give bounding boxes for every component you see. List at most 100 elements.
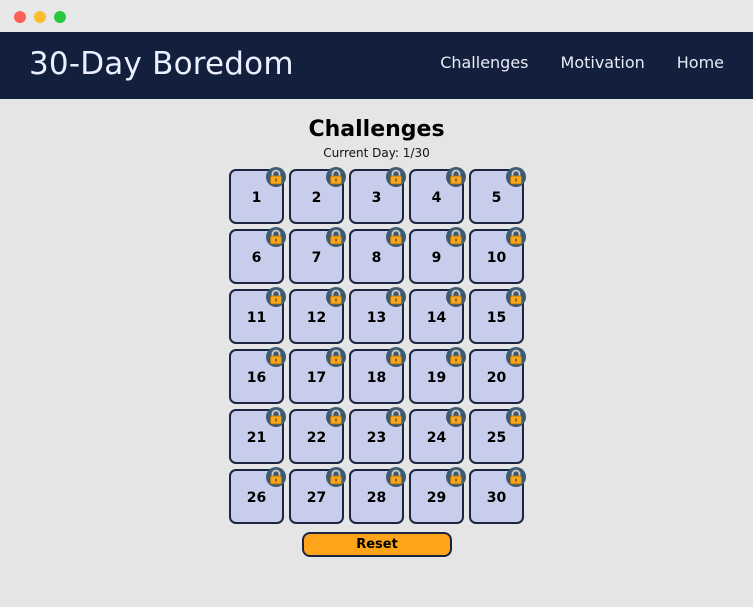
site-brand[interactable]: 30-Day Boredom — [29, 46, 294, 82]
day-tile-10[interactable]: 10 — [469, 227, 526, 284]
day-tile-23[interactable]: 23 — [349, 407, 406, 464]
day-number: 19 — [426, 369, 447, 386]
day-number: 6 — [251, 249, 262, 266]
lock-icon — [326, 227, 346, 247]
day-tile-9[interactable]: 9 — [409, 227, 466, 284]
challenge-grid: 1 2 3 4 5 6 7 8 9 10 11 12 13 14 15 16 1… — [229, 167, 526, 524]
minimize-window-button[interactable] — [34, 11, 46, 23]
nav-link-motivation[interactable]: Motivation — [561, 53, 645, 72]
day-tile-22[interactable]: 22 — [289, 407, 346, 464]
day-number: 30 — [486, 489, 507, 506]
nav-link-challenges[interactable]: Challenges — [440, 53, 528, 72]
day-number: 14 — [426, 309, 447, 326]
reset-button[interactable]: Reset — [302, 532, 452, 557]
lock-icon — [506, 167, 526, 187]
day-number: 8 — [371, 249, 382, 266]
day-tile-19[interactable]: 19 — [409, 347, 466, 404]
day-tile-5[interactable]: 5 — [469, 167, 526, 224]
day-tile-29[interactable]: 29 — [409, 467, 466, 524]
lock-icon — [446, 347, 466, 367]
lock-icon — [506, 227, 526, 247]
day-tile-30[interactable]: 30 — [469, 467, 526, 524]
maximize-window-button[interactable] — [54, 11, 66, 23]
day-number: 1 — [251, 189, 262, 206]
day-number: 24 — [426, 429, 447, 446]
day-number: 13 — [366, 309, 387, 326]
lock-icon — [386, 227, 406, 247]
lock-icon — [326, 287, 346, 307]
day-tile-8[interactable]: 8 — [349, 227, 406, 284]
day-number: 4 — [431, 189, 442, 206]
day-tile-11[interactable]: 11 — [229, 287, 286, 344]
day-number: 9 — [431, 249, 442, 266]
day-tile-16[interactable]: 16 — [229, 347, 286, 404]
day-number: 29 — [426, 489, 447, 506]
nav-link-home[interactable]: Home — [677, 53, 724, 72]
lock-icon — [386, 287, 406, 307]
lock-icon — [446, 407, 466, 427]
day-tile-12[interactable]: 12 — [289, 287, 346, 344]
page-title: Challenges — [308, 117, 445, 142]
lock-icon — [506, 287, 526, 307]
day-tile-28[interactable]: 28 — [349, 467, 406, 524]
day-tile-7[interactable]: 7 — [289, 227, 346, 284]
day-tile-4[interactable]: 4 — [409, 167, 466, 224]
top-nav: Challenges Motivation Home — [440, 53, 724, 72]
day-number: 20 — [486, 369, 507, 386]
day-number: 22 — [306, 429, 327, 446]
lock-icon — [326, 467, 346, 487]
day-tile-13[interactable]: 13 — [349, 287, 406, 344]
day-tile-15[interactable]: 15 — [469, 287, 526, 344]
day-tile-1[interactable]: 1 — [229, 167, 286, 224]
day-tile-25[interactable]: 25 — [469, 407, 526, 464]
day-tile-21[interactable]: 21 — [229, 407, 286, 464]
lock-icon — [506, 347, 526, 367]
day-number: 18 — [366, 369, 387, 386]
lock-icon — [326, 347, 346, 367]
site-header: 30-Day Boredom Challenges Motivation Hom… — [0, 32, 753, 99]
day-tile-3[interactable]: 3 — [349, 167, 406, 224]
day-tile-6[interactable]: 6 — [229, 227, 286, 284]
current-day-text: Current Day: 1/30 — [323, 146, 430, 160]
day-tile-17[interactable]: 17 — [289, 347, 346, 404]
day-number: 2 — [311, 189, 322, 206]
lock-icon — [386, 407, 406, 427]
lock-icon — [506, 407, 526, 427]
day-tile-27[interactable]: 27 — [289, 467, 346, 524]
main-content: Challenges Current Day: 1/30 1 2 3 4 5 6… — [0, 99, 753, 607]
day-tile-24[interactable]: 24 — [409, 407, 466, 464]
lock-icon — [506, 467, 526, 487]
lock-icon — [446, 467, 466, 487]
lock-icon — [266, 347, 286, 367]
app-window: 30-Day Boredom Challenges Motivation Hom… — [0, 0, 753, 607]
day-number: 17 — [306, 369, 327, 386]
lock-icon — [266, 227, 286, 247]
day-number: 7 — [311, 249, 322, 266]
day-number: 10 — [486, 249, 507, 266]
day-number: 15 — [486, 309, 507, 326]
day-number: 12 — [306, 309, 327, 326]
lock-icon — [446, 227, 466, 247]
day-tile-2[interactable]: 2 — [289, 167, 346, 224]
day-tile-20[interactable]: 20 — [469, 347, 526, 404]
lock-icon — [326, 167, 346, 187]
lock-icon — [386, 167, 406, 187]
day-number: 28 — [366, 489, 387, 506]
day-tile-26[interactable]: 26 — [229, 467, 286, 524]
lock-icon — [446, 287, 466, 307]
lock-icon — [266, 167, 286, 187]
day-tile-14[interactable]: 14 — [409, 287, 466, 344]
close-window-button[interactable] — [14, 11, 26, 23]
lock-icon — [266, 407, 286, 427]
window-titlebar — [0, 0, 753, 32]
day-tile-18[interactable]: 18 — [349, 347, 406, 404]
lock-icon — [266, 287, 286, 307]
lock-icon — [326, 407, 346, 427]
day-number: 27 — [306, 489, 327, 506]
lock-icon — [386, 347, 406, 367]
day-number: 26 — [246, 489, 267, 506]
day-number: 23 — [366, 429, 387, 446]
lock-icon — [266, 467, 286, 487]
day-number: 25 — [486, 429, 507, 446]
lock-icon — [386, 467, 406, 487]
